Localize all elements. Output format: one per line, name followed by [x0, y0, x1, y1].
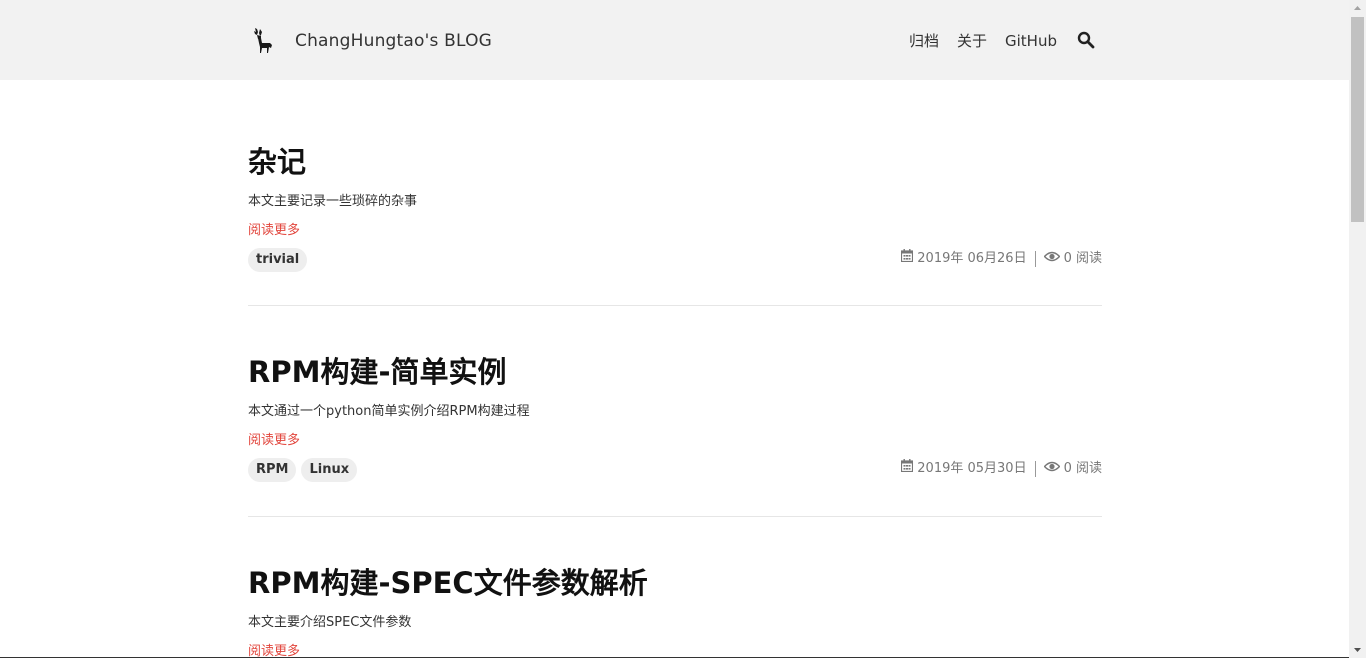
post-date: 2019年 06月26日 [917, 251, 1027, 266]
post-title[interactable]: RPM构建-SPEC文件参数解析 [248, 565, 648, 601]
read-more-link[interactable]: 阅读更多 [248, 643, 300, 658]
eye-icon [1043, 249, 1061, 269]
read-more-link[interactable]: 阅读更多 [248, 222, 300, 240]
page: ChangHungtao's BLOG 归档 关于 GitHub 杂记 本文主要… [0, 0, 1349, 658]
nav-github[interactable]: GitHub [1005, 30, 1057, 52]
read-more-link[interactable]: 阅读更多 [248, 432, 300, 450]
post-tags: RPM Linux [248, 458, 362, 482]
post-tags: trivial [248, 248, 312, 272]
site-title[interactable]: ChangHungtao's BLOG [295, 30, 492, 52]
deer-logo-icon[interactable] [249, 27, 275, 54]
tag-trivial[interactable]: trivial [248, 248, 308, 272]
tag-rpm[interactable]: RPM [248, 458, 297, 482]
view-count: 0 阅读 [1063, 461, 1102, 476]
eye-icon [1043, 459, 1061, 479]
post-summary: 本文通过一个python简单实例介绍RPM构建过程 [248, 404, 530, 419]
meta-divider [1034, 461, 1036, 477]
post-divider [248, 305, 1102, 306]
calendar-icon [901, 459, 914, 479]
post-meta: 2019年 05月30日 0 阅读 [901, 459, 1102, 479]
scroll-up-arrow-icon[interactable] [1349, 0, 1366, 17]
scroll-down-arrow-icon[interactable] [1349, 641, 1366, 658]
view-count: 0 阅读 [1063, 251, 1102, 266]
post-title[interactable]: 杂记 [248, 144, 306, 180]
search-icon[interactable] [1077, 31, 1095, 49]
nav-archive[interactable]: 归档 [909, 30, 939, 52]
post-summary: 本文主要记录一些琐碎的杂事 [248, 194, 418, 209]
nav-about[interactable]: 关于 [957, 30, 987, 52]
calendar-icon [901, 249, 914, 269]
meta-divider [1034, 251, 1036, 267]
tag-linux[interactable]: Linux [301, 458, 358, 482]
post-meta: 2019年 06月26日 0 阅读 [901, 249, 1102, 269]
post-divider [248, 516, 1102, 517]
site-header: ChangHungtao's BLOG 归档 关于 GitHub [0, 0, 1349, 80]
vertical-scrollbar[interactable] [1349, 0, 1366, 658]
scrollbar-thumb[interactable] [1351, 17, 1364, 222]
post-title[interactable]: RPM构建-简单实例 [248, 354, 506, 390]
post-date: 2019年 05月30日 [917, 461, 1027, 476]
post-summary: 本文主要介绍SPEC文件参数 [248, 615, 412, 630]
